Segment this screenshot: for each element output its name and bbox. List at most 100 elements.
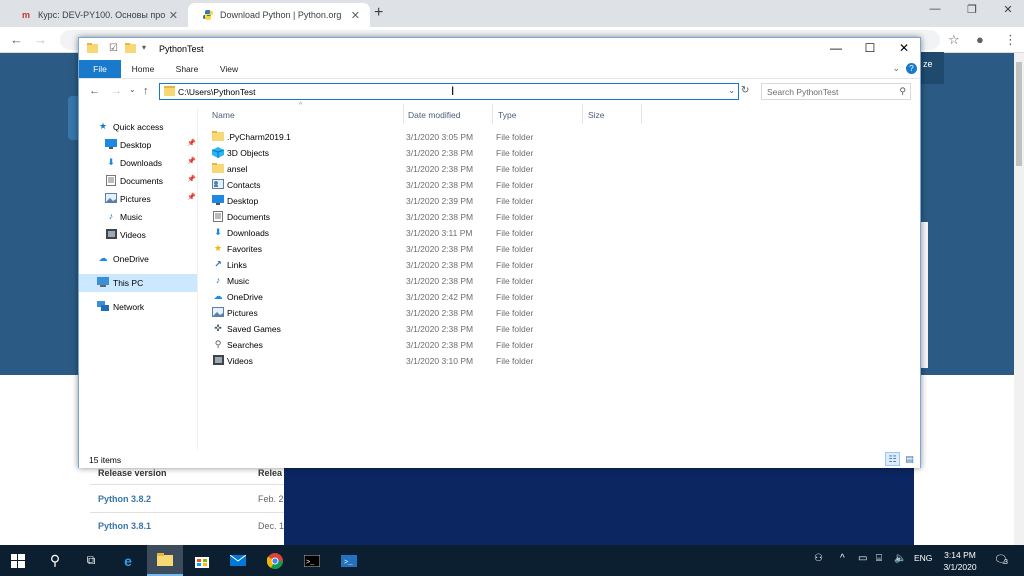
expand-ribbon-icon[interactable]: ⌄ xyxy=(892,63,900,74)
volume-icon[interactable]: 🔈 xyxy=(894,553,906,564)
file-row[interactable]: ansel 3/1/2020 2:38 PM File folder xyxy=(210,162,670,177)
release-date-header: Relea xyxy=(258,468,283,478)
file-row[interactable]: Pictures 3/1/2020 2:38 PM File folder xyxy=(210,306,670,321)
language-indicator[interactable]: ENG xyxy=(914,553,932,563)
column-header-type[interactable]: Type xyxy=(498,110,516,120)
address-bar[interactable]: C:\Users\PythonTest ⌄ xyxy=(159,83,739,100)
page-scroll-thumb[interactable] xyxy=(1016,62,1022,166)
file-row[interactable]: Documents 3/1/2020 2:38 PM File folder xyxy=(210,210,670,225)
tab-file[interactable]: File xyxy=(79,60,121,78)
nav-desktop[interactable]: Desktop 📌 xyxy=(79,136,197,154)
forward-icon[interactable]: → xyxy=(111,85,122,97)
file-row[interactable]: Desktop 3/1/2020 2:39 PM File folder xyxy=(210,194,670,209)
minimize-icon[interactable]: — xyxy=(819,41,853,55)
file-row[interactable]: ☁ OneDrive 3/1/2020 2:42 PM File folder xyxy=(210,290,670,305)
release-link[interactable]: Python 3.8.2 xyxy=(98,494,151,504)
task-view-icon[interactable]: ⧉ xyxy=(73,545,109,576)
pin-icon[interactable]: 📌 xyxy=(187,175,196,183)
people-icon[interactable]: ⚇ xyxy=(814,553,823,564)
file-row[interactable]: ↗ Links 3/1/2020 2:38 PM File folder xyxy=(210,258,670,273)
new-tab-button[interactable]: + xyxy=(374,4,383,22)
browser-tab-course[interactable]: m Курс: DEV-PY100. Основы прогр ✕ xyxy=(6,3,188,27)
address-dropdown-icon[interactable]: ⌄ xyxy=(728,86,735,95)
file-row[interactable]: ★ Favorites 3/1/2020 2:38 PM File folder xyxy=(210,242,670,257)
chrome-icon[interactable] xyxy=(257,545,293,576)
file-type: File folder xyxy=(496,244,534,254)
edge-icon[interactable]: e xyxy=(110,545,146,576)
nav-downloads[interactable]: ⬇ Downloads 📌 xyxy=(79,154,197,172)
battery-icon[interactable]: ▭ xyxy=(858,553,867,564)
details-view-icon[interactable]: ☷ xyxy=(885,452,900,466)
column-header-size[interactable]: Size xyxy=(588,110,605,120)
show-hidden-icons[interactable]: ^ xyxy=(840,553,845,564)
back-icon[interactable]: ← xyxy=(89,85,100,97)
properties-icon[interactable]: ☑ xyxy=(109,43,118,54)
close-icon[interactable]: ✕ xyxy=(887,41,921,55)
search-icon[interactable]: ⚲ xyxy=(37,545,73,576)
command-prompt-icon[interactable]: >_ xyxy=(294,545,330,576)
close-tab-icon[interactable]: ✕ xyxy=(169,9,178,22)
maximize-icon[interactable]: ☐ xyxy=(853,41,887,55)
column-separator[interactable] xyxy=(403,104,404,124)
file-row[interactable]: Videos 3/1/2020 3:10 PM File folder xyxy=(210,354,670,369)
nav-this-pc[interactable]: This PC xyxy=(79,274,197,292)
file-row[interactable]: ⬇ Downloads 3/1/2020 3:11 PM File folder xyxy=(210,226,670,241)
column-header-date[interactable]: Date modified xyxy=(408,110,460,120)
item-count: 15 items xyxy=(89,455,122,465)
search-placeholder: Search PythonTest xyxy=(767,87,839,97)
nav-network[interactable]: Network xyxy=(79,298,197,316)
network-tray-icon[interactable]: ⌸ xyxy=(876,553,882,564)
file-row[interactable]: .PyCharm2019.1 3/1/2020 3:05 PM File fol… xyxy=(210,130,670,145)
column-header-name[interactable]: Name xyxy=(212,110,235,120)
file-row[interactable]: ♪ Music 3/1/2020 2:38 PM File folder xyxy=(210,274,670,289)
tab-share[interactable]: Share xyxy=(165,60,209,78)
new-folder-icon[interactable] xyxy=(125,43,136,56)
file-date: 3/1/2020 2:38 PM xyxy=(406,148,474,158)
file-row[interactable]: 3D Objects 3/1/2020 2:38 PM File folder xyxy=(210,146,670,161)
file-row[interactable]: ⚲ Searches 3/1/2020 2:38 PM File folder xyxy=(210,338,670,353)
store-icon[interactable] xyxy=(184,545,220,576)
pin-icon[interactable]: 📌 xyxy=(187,157,196,165)
nav-pictures[interactable]: Pictures 📌 xyxy=(79,190,197,208)
mail-icon[interactable] xyxy=(220,545,256,576)
bookmark-star-icon[interactable]: ☆ xyxy=(948,32,960,48)
browser-tab-python[interactable]: Download Python | Python.org ✕ xyxy=(188,3,370,27)
pin-icon[interactable]: 📌 xyxy=(187,139,196,147)
close-browser-icon[interactable]: ✕ xyxy=(993,3,1023,16)
tab-view[interactable]: View xyxy=(209,60,249,78)
file-explorer-taskbar-icon[interactable] xyxy=(147,545,183,576)
up-icon[interactable]: ↑ xyxy=(143,85,149,97)
nav-music[interactable]: ♪ Music xyxy=(79,208,197,226)
qat-dropdown-icon[interactable]: ▾ xyxy=(142,43,146,52)
profile-icon[interactable]: ● xyxy=(976,32,984,47)
nav-onedrive[interactable]: ☁ OneDrive xyxy=(79,250,197,268)
help-icon[interactable]: ? xyxy=(906,63,917,74)
nav-quick-access[interactable]: ★ Quick access xyxy=(79,118,197,136)
nav-documents[interactable]: Documents 📌 xyxy=(79,172,197,190)
minimize-browser-icon[interactable]: — xyxy=(920,3,950,15)
file-row[interactable]: Contacts 3/1/2020 2:38 PM File folder xyxy=(210,178,670,193)
column-separator[interactable] xyxy=(641,104,642,124)
close-tab-icon[interactable]: ✕ xyxy=(351,9,360,22)
restore-browser-icon[interactable]: ❐ xyxy=(957,3,987,16)
menu-icon[interactable]: ⋮ xyxy=(1004,32,1017,48)
start-button[interactable] xyxy=(0,545,36,576)
column-separator[interactable] xyxy=(492,104,493,124)
release-link[interactable]: Python 3.8.1 xyxy=(98,521,151,531)
tab-home[interactable]: Home xyxy=(121,60,165,78)
file-row[interactable]: ✜ Saved Games 3/1/2020 2:38 PM File fold… xyxy=(210,322,670,337)
nav-videos[interactable]: Videos xyxy=(79,226,197,244)
forward-icon[interactable]: → xyxy=(34,32,47,47)
3d-objects-icon xyxy=(211,147,225,158)
nav-label: Music xyxy=(120,212,143,222)
search-input[interactable]: Search PythonTest ⚲ xyxy=(761,83,911,100)
powershell-icon[interactable]: >_ xyxy=(331,545,367,576)
column-separator[interactable] xyxy=(582,104,583,124)
python-header-button[interactable]: ze xyxy=(920,52,944,84)
refresh-icon[interactable]: ↻ xyxy=(741,85,749,96)
large-icons-view-icon[interactable]: ▤ xyxy=(902,452,917,466)
clock[interactable]: 3:14 PM 3/1/2020 xyxy=(936,549,984,573)
pin-icon[interactable]: 📌 xyxy=(187,193,196,201)
back-icon[interactable]: ← xyxy=(10,32,23,47)
recent-locations-icon[interactable]: ⌄ xyxy=(129,85,136,94)
